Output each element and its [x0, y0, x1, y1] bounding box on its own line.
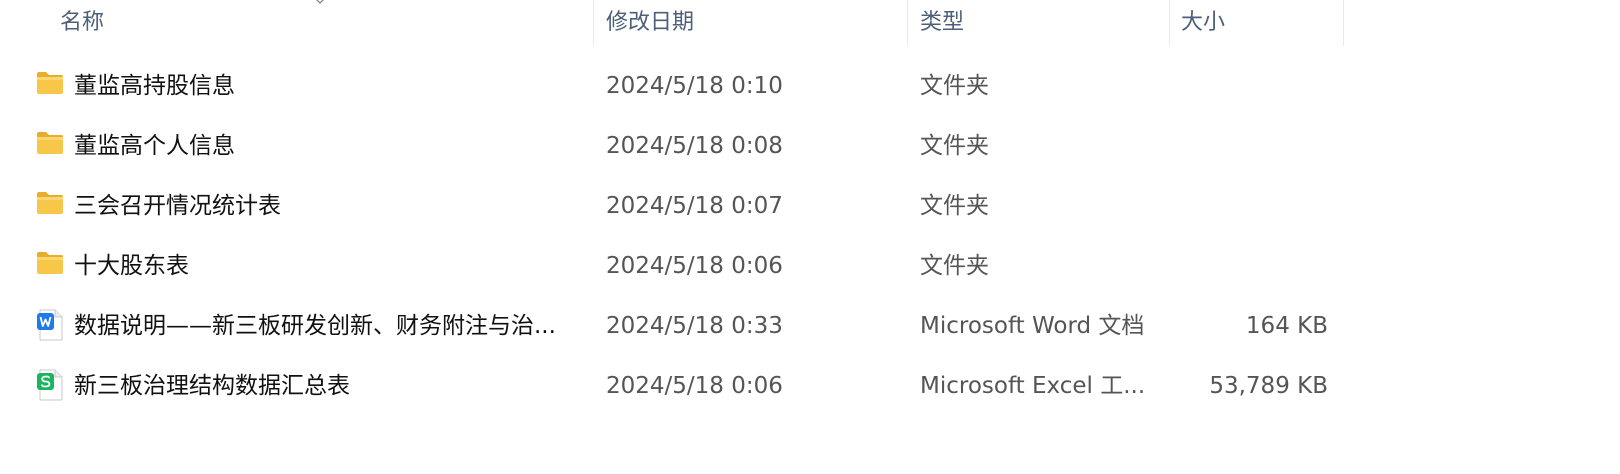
file-list: 董监高持股信息 2024/5/18 0:10 文件夹 董监高个人信息 2024/…: [0, 56, 1620, 416]
column-header-type[interactable]: 类型: [908, 0, 1170, 46]
column-header-name-label: 名称: [60, 10, 105, 35]
file-type: 文件夹: [920, 253, 989, 279]
file-type: Microsoft Word 文档: [920, 313, 1145, 339]
file-date: 2024/5/18 0:06: [606, 373, 783, 399]
file-date: 2024/5/18 0:08: [606, 133, 783, 159]
column-header-date[interactable]: 修改日期: [594, 0, 908, 46]
file-name: 董监高持股信息: [74, 73, 235, 99]
file-name: 三会召开情况统计表: [74, 193, 281, 219]
file-date: 2024/5/18 0:33: [606, 313, 783, 339]
file-type: 文件夹: [920, 133, 989, 159]
folder-icon: [36, 236, 66, 296]
file-row[interactable]: 数据说明——新三板研发创新、财务附注与治... 2024/5/18 0:33 M…: [0, 296, 1620, 356]
folder-icon: [36, 116, 66, 176]
file-date: 2024/5/18 0:07: [606, 193, 783, 219]
file-size: [1180, 116, 1328, 176]
column-header-bar: 名称 修改日期 类型 大小: [0, 0, 1620, 46]
column-header-date-label: 修改日期: [606, 10, 695, 35]
file-name: 十大股东表: [74, 253, 189, 279]
file-size: 53,789 KB: [1209, 373, 1328, 399]
file-type: Microsoft Excel 工...: [920, 373, 1146, 399]
file-row[interactable]: 三会召开情况统计表 2024/5/18 0:07 文件夹: [0, 176, 1620, 236]
column-header-type-label: 类型: [920, 10, 965, 35]
column-header-size[interactable]: 大小: [1170, 0, 1344, 46]
word-doc-icon: [36, 296, 66, 356]
file-name: 董监高个人信息: [74, 133, 235, 159]
file-name: 新三板治理结构数据汇总表: [74, 373, 350, 399]
file-row[interactable]: 董监高个人信息 2024/5/18 0:08 文件夹: [0, 116, 1620, 176]
file-row[interactable]: 十大股东表 2024/5/18 0:06 文件夹: [0, 236, 1620, 296]
sort-up-icon: [316, 0, 324, 4]
excel-sheet-icon: [36, 356, 66, 416]
file-date: 2024/5/18 0:10: [606, 73, 783, 99]
folder-icon: [36, 56, 66, 116]
file-size: [1180, 56, 1328, 116]
column-header-name[interactable]: 名称: [0, 0, 594, 46]
file-date: 2024/5/18 0:06: [606, 253, 783, 279]
column-header-size-label: 大小: [1181, 10, 1226, 35]
file-size: [1180, 236, 1328, 296]
file-name: 数据说明——新三板研发创新、财务附注与治...: [74, 313, 556, 339]
file-type: 文件夹: [920, 193, 989, 219]
file-size: 164 KB: [1245, 313, 1328, 339]
file-row[interactable]: 新三板治理结构数据汇总表 2024/5/18 0:06 Microsoft Ex…: [0, 356, 1620, 416]
file-row[interactable]: 董监高持股信息 2024/5/18 0:10 文件夹: [0, 56, 1620, 116]
file-type: 文件夹: [920, 73, 989, 99]
file-size: [1180, 176, 1328, 236]
folder-icon: [36, 176, 66, 236]
